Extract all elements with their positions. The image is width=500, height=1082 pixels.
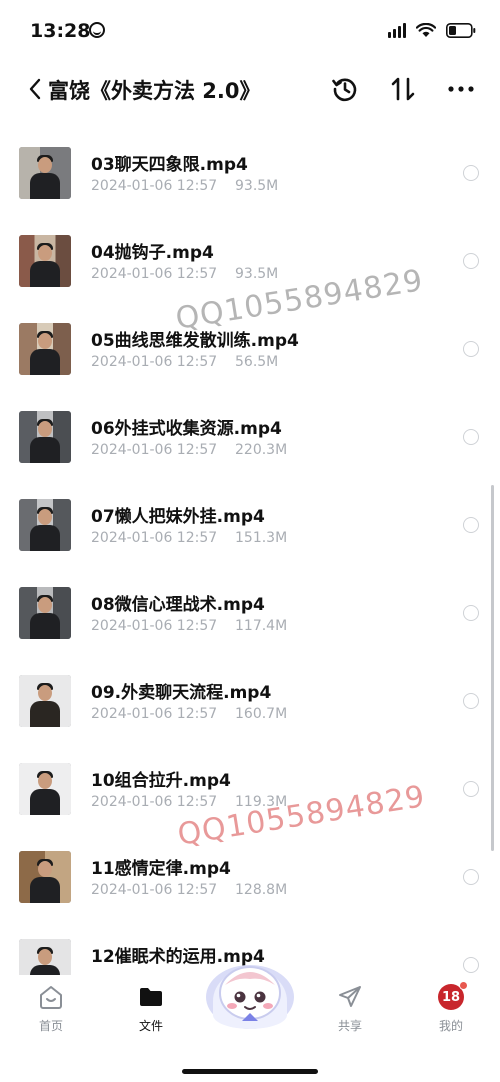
file-name: 06外挂式收集资源.mp4: [91, 419, 282, 439]
video-thumbnail: [19, 851, 71, 903]
tab-mine[interactable]: 18 我的: [421, 981, 481, 1034]
file-size: 117.4M: [235, 618, 288, 634]
select-radio[interactable]: [463, 165, 479, 181]
select-radio[interactable]: [463, 253, 479, 269]
page-title: 富饶《外卖方法 2.0》: [48, 79, 261, 103]
more-dots-icon[interactable]: [446, 74, 476, 104]
select-radio[interactable]: [463, 517, 479, 533]
home-indicator: [182, 1069, 318, 1074]
status-time: 13:28: [30, 20, 91, 42]
history-clock-icon[interactable]: [330, 74, 360, 104]
video-thumbnail: [19, 411, 71, 463]
file-size: 220.3M: [235, 442, 288, 458]
file-list: 03聊天四象限.mp4 2024-01-06 12:57 93.5M 04抛钩子…: [0, 130, 500, 975]
file-name: 04抛钩子.mp4: [91, 243, 214, 263]
file-name: 10组合拉升.mp4: [91, 771, 231, 791]
video-thumbnail: [19, 675, 71, 727]
video-thumbnail: [19, 147, 71, 199]
select-radio[interactable]: [463, 957, 479, 973]
home-icon: [37, 983, 65, 1011]
file-name: 09.外卖聊天流程.mp4: [91, 683, 272, 703]
folder-icon: [137, 983, 165, 1011]
file-size: 128.8M: [235, 882, 288, 898]
file-size: 93.5M: [235, 266, 279, 282]
video-thumbnail: [19, 939, 71, 975]
file-date: 2024-01-06 12:57: [91, 354, 218, 370]
tab-label: 文件: [138, 1019, 163, 1033]
file-date: 2024-01-06 12:57: [91, 530, 218, 546]
file-row[interactable]: 08微信心理战术.mp4 2024-01-06 12:57 117.4M: [0, 570, 500, 658]
tab-share[interactable]: 共享: [320, 983, 380, 1034]
file-size: 151.3M: [235, 530, 288, 546]
video-thumbnail: [19, 323, 71, 375]
file-date: 2024-01-06 12:57: [91, 882, 218, 898]
tab-home[interactable]: 首页: [21, 983, 81, 1034]
file-row[interactable]: 07懒人把妹外挂.mp4 2024-01-06 12:57 151.3M: [0, 482, 500, 570]
tab-files[interactable]: 文件: [121, 983, 181, 1034]
file-row[interactable]: 06外挂式收集资源.mp4 2024-01-06 12:57 220.3M: [0, 394, 500, 482]
file-row[interactable]: 09.外卖聊天流程.mp4 2024-01-06 12:57 160.7M: [0, 658, 500, 746]
profile-avatar-icon: 18: [437, 981, 468, 1011]
tab-label: 首页: [38, 1019, 63, 1033]
status-indicators: [388, 22, 476, 38]
file-size: 160.7M: [235, 706, 288, 722]
file-name: 05曲线思维发散训练.mp4: [91, 331, 299, 351]
file-name: 11感情定律.mp4: [91, 859, 231, 879]
cellular-signal-icon: [388, 22, 406, 38]
video-thumbnail: [19, 499, 71, 551]
file-name: 07懒人把妹外挂.mp4: [91, 507, 265, 527]
file-row[interactable]: 03聊天四象限.mp4 2024-01-06 12:57 93.5M: [0, 130, 500, 218]
list-scrollbar[interactable]: [491, 485, 494, 851]
file-row[interactable]: 11感情定律.mp4 2024-01-06 12:57 128.8M: [0, 834, 500, 922]
file-date: 2024-01-06 12:57: [91, 618, 218, 634]
file-size: 119.3M: [235, 794, 288, 810]
smiley-status-icon: [89, 22, 105, 38]
status-bar: 13:28: [0, 0, 500, 64]
file-date: 2024-01-06 12:57: [91, 794, 218, 810]
select-radio[interactable]: [463, 605, 479, 621]
mascot-assistant-button[interactable]: [201, 945, 299, 1033]
file-date: 2024-01-06 12:57: [91, 706, 218, 722]
video-thumbnail: [19, 763, 71, 815]
file-row[interactable]: 04抛钩子.mp4 2024-01-06 12:57 93.5M: [0, 218, 500, 306]
file-row[interactable]: 05曲线思维发散训练.mp4 2024-01-06 12:57 56.5M: [0, 306, 500, 394]
file-date: 2024-01-06 12:57: [91, 442, 218, 458]
file-name: 03聊天四象限.mp4: [91, 155, 248, 175]
select-radio[interactable]: [463, 341, 479, 357]
avatar-text: 18: [441, 989, 461, 1005]
nav-actions: [330, 74, 476, 104]
video-thumbnail: [19, 235, 71, 287]
nav-bar: 富饶《外卖方法 2.0》: [0, 64, 500, 114]
back-chevron-icon[interactable]: [26, 76, 46, 102]
sort-arrows-icon[interactable]: [388, 74, 418, 104]
video-thumbnail: [19, 587, 71, 639]
share-send-icon: [336, 983, 364, 1011]
file-date: 2024-01-06 12:57: [91, 266, 218, 282]
select-radio[interactable]: [463, 869, 479, 885]
tab-label: 我的: [438, 1019, 463, 1033]
select-radio[interactable]: [463, 693, 479, 709]
battery-icon: [446, 22, 476, 38]
file-size: 56.5M: [235, 354, 279, 370]
file-date: 2024-01-06 12:57: [91, 178, 218, 194]
select-radio[interactable]: [463, 429, 479, 445]
file-row[interactable]: 10组合拉升.mp4 2024-01-06 12:57 119.3M: [0, 746, 500, 834]
wifi-icon: [416, 22, 436, 38]
notification-dot: [459, 981, 468, 990]
file-size: 93.5M: [235, 178, 279, 194]
select-radio[interactable]: [463, 781, 479, 797]
tab-label: 共享: [337, 1019, 362, 1033]
file-name: 08微信心理战术.mp4: [91, 595, 265, 615]
